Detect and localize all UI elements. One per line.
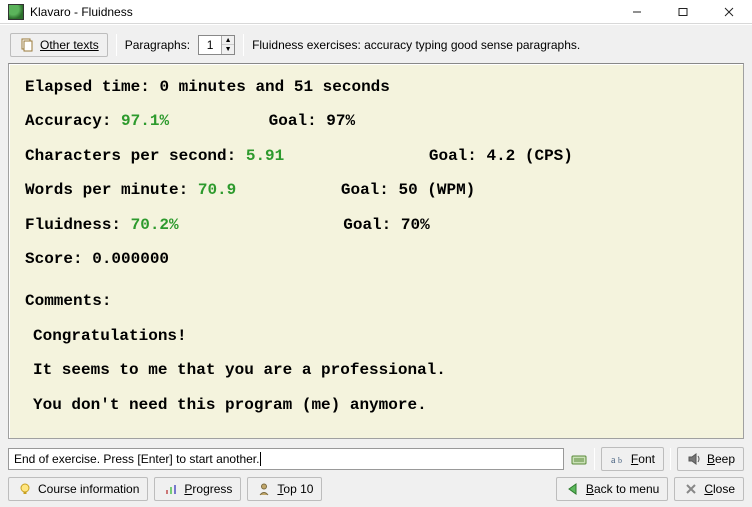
wpm-value: 70.9 [198,181,236,199]
score-label: Score: [25,250,83,268]
comment-line: You don't need this program (me) anymore… [33,394,729,416]
maximize-button[interactable] [660,0,706,23]
fluidness-value: 70.2% [131,216,179,234]
other-texts-button[interactable]: Other texts [10,33,108,57]
person-icon [256,481,272,497]
spinner-down-button[interactable]: ▼ [222,45,234,54]
svg-text:b: b [618,456,622,465]
minimize-button[interactable] [614,0,660,23]
close-button[interactable]: Close [674,477,744,501]
svg-text:a: a [611,455,616,466]
font-label-rest: ont [638,452,655,466]
fluidness-label: Fluidness: [25,216,121,234]
close-label-rest: lose [713,482,735,496]
back-label-rest: ack to menu [594,482,659,496]
keyboard-icon[interactable] [570,450,588,468]
inputbar-separator [594,448,595,470]
comment-line: Congratulations! [33,325,729,347]
back-button[interactable]: Back to menu [556,477,668,501]
comments-label: Comments: [25,290,729,312]
results-panel: Elapsed time: 0 minutes and 51 seconds A… [8,63,744,439]
cps-label: Characters per second: [25,147,236,165]
top10-label-rest: op 10 [283,482,313,496]
input-bar: End of exercise. Press [Enter] to start … [4,447,748,471]
wpm-goal: Goal: 50 (WPM) [341,179,475,201]
toolbar-separator [243,34,244,56]
app-icon [8,4,24,20]
accuracy-label: Accuracy: [25,112,111,130]
lightbulb-icon [17,481,33,497]
top-toolbar: Other texts Paragraphs: ▲ ▼ Fluidness ex… [4,29,748,63]
beep-label-rest: eep [715,452,735,466]
progress-label-rest: rogress [192,482,232,496]
close-x-icon [683,481,699,497]
spinner-up-button[interactable]: ▲ [222,36,234,45]
paragraphs-spinner[interactable]: ▲ ▼ [198,35,235,55]
speaker-icon [686,451,702,467]
typing-input-text: End of exercise. Press [Enter] to start … [14,452,259,466]
font-button[interactable]: ab Font [601,447,664,471]
titlebar: Klavaro - Fluidness [0,0,752,24]
beep-button[interactable]: Beep [677,447,744,471]
course-info-button[interactable]: Course information [8,477,148,501]
back-arrow-icon [565,481,581,497]
documents-icon [19,37,35,53]
cps-goal: Goal: 4.2 (CPS) [429,145,573,167]
inputbar-separator [670,448,671,470]
elapsed-value: 0 minutes and 51 seconds [159,78,389,96]
client-area: Other texts Paragraphs: ▲ ▼ Fluidness ex… [0,24,752,507]
font-icon: ab [610,451,626,467]
progress-button[interactable]: Progress [154,477,241,501]
paragraphs-input[interactable] [199,38,221,52]
paragraphs-label: Paragraphs: [125,38,190,52]
cps-value: 5.91 [246,147,284,165]
accuracy-goal: Goal: 97% [269,110,355,132]
other-texts-label: Other texts [40,38,99,52]
course-info-label: Course information [38,482,139,496]
chart-icon [163,481,179,497]
wpm-label: Words per minute: [25,181,188,199]
fluidness-goal: Goal: 70% [343,214,429,236]
accuracy-value: 97.1% [121,112,169,130]
top10-button[interactable]: Top 10 [247,477,322,501]
toolbar-description: Fluidness exercises: accuracy typing goo… [252,38,580,52]
elapsed-label: Elapsed time: [25,78,150,96]
typing-input[interactable]: End of exercise. Press [Enter] to start … [8,448,564,470]
score-value: 0.000000 [92,250,169,268]
toolbar-separator [116,34,117,56]
window-controls [614,0,752,23]
comment-line: It seems to me that you are a profession… [33,359,729,381]
close-window-button[interactable] [706,0,752,23]
window-title: Klavaro - Fluidness [30,5,614,19]
bottom-toolbar: Course information Progress Top 10 Back … [4,471,748,503]
